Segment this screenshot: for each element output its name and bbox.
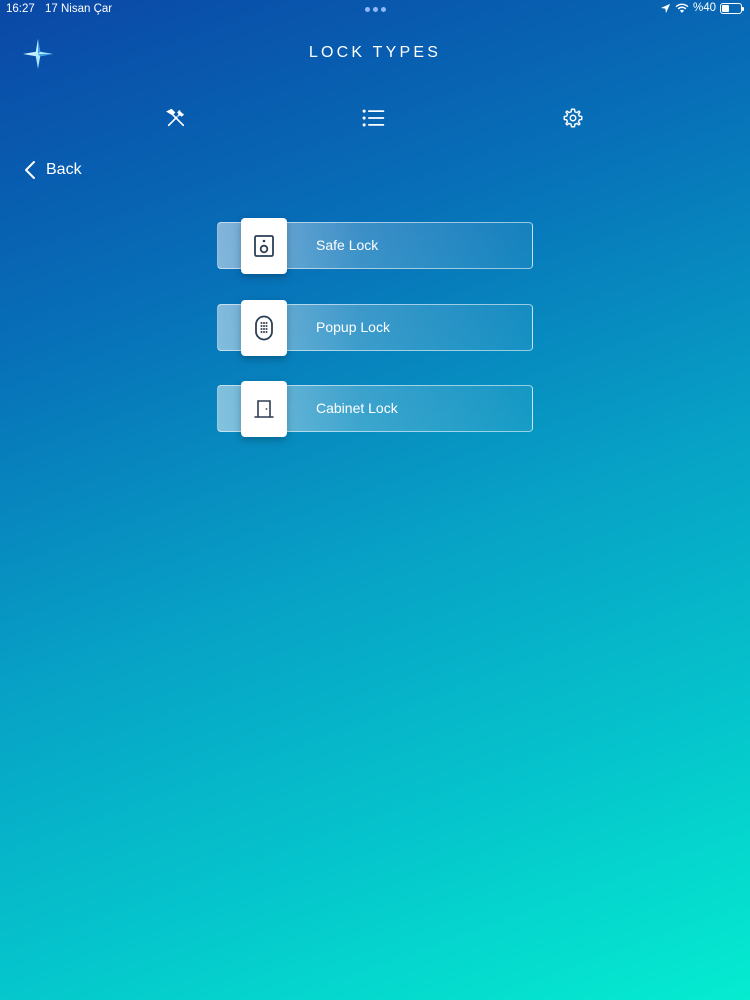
keypad-icon: [255, 315, 273, 340]
lock-item-cabinet[interactable]: Cabinet Lock: [217, 381, 533, 437]
lock-item-label: Cabinet Lock: [316, 400, 398, 416]
battery-icon: [720, 2, 744, 14]
lock-item-popup[interactable]: Popup Lock: [217, 299, 533, 356]
lock-item-safe[interactable]: Safe Lock: [217, 218, 533, 274]
lock-item-label: Safe Lock: [316, 237, 379, 253]
safe-icon: [254, 235, 274, 257]
battery-percent: %40: [692, 2, 716, 14]
status-date: 17 Nisan Çar: [44, 3, 113, 15]
status-time: 16:27: [6, 3, 35, 15]
page-title: LOCK TYPES: [308, 44, 442, 61]
status-right: %40: [660, 2, 744, 14]
list-icon: [362, 109, 385, 127]
lock-item-icon-box: [241, 218, 287, 274]
battery-fill: [722, 4, 730, 12]
multitasking-dots-icon[interactable]: [365, 7, 386, 12]
chevron-left-icon: [25, 161, 35, 179]
settings-button[interactable]: [561, 106, 585, 130]
status-left: 16:27 17 Nisan Çar: [6, 3, 119, 15]
lock-type-list: Safe Lock Popup Lock Cabinet Lock: [217, 218, 533, 463]
back-label: Back: [46, 161, 82, 178]
wifi-icon: [675, 3, 689, 13]
lock-item-icon-box: [241, 381, 287, 437]
tools-icon: [166, 108, 185, 127]
lock-item-icon-box: [241, 299, 287, 356]
back-button[interactable]: Back: [24, 160, 82, 180]
lock-item-label: Popup Lock: [316, 318, 390, 335]
cabinet-door-icon: [254, 400, 274, 418]
list-button[interactable]: [362, 106, 386, 130]
tools-button[interactable]: [164, 106, 188, 130]
location-arrow-icon: [660, 3, 671, 13]
status-bar: 16:27 17 Nisan Çar %40: [0, 0, 750, 18]
gear-icon: [563, 108, 583, 128]
